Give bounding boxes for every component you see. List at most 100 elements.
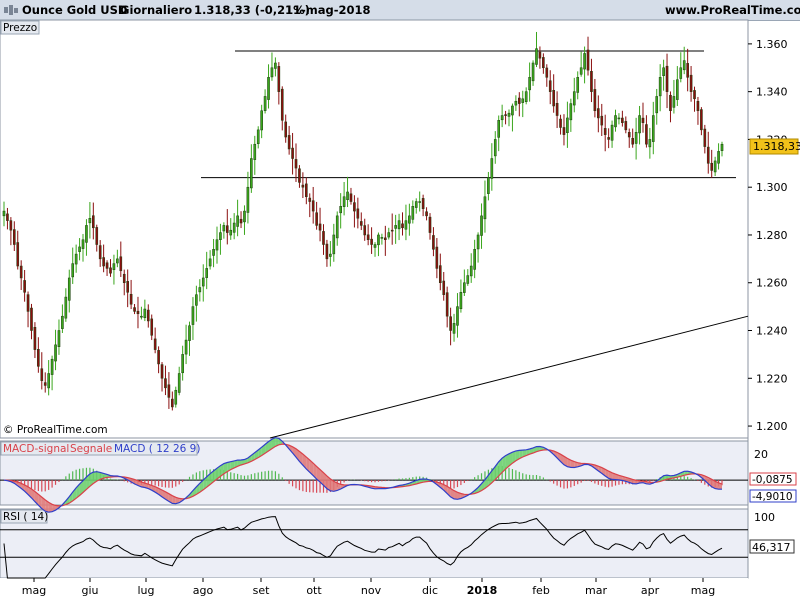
- candle-body: [483, 196, 487, 220]
- candle-body: [535, 48, 538, 65]
- candle-body: [720, 143, 724, 151]
- candle-body: [676, 79, 679, 100]
- candle-body: [267, 77, 270, 100]
- candle-body: [490, 158, 494, 179]
- candle-body: [425, 211, 428, 217]
- candle-body: [116, 258, 119, 264]
- x-tick-label: set: [253, 584, 270, 597]
- x-tick-label: nov: [361, 584, 382, 597]
- candle-body: [373, 244, 377, 248]
- candle-body: [432, 235, 435, 250]
- candle-body: [122, 273, 126, 283]
- candle-body: [353, 202, 356, 212]
- candle-body: [487, 177, 490, 194]
- candle-body: [706, 146, 710, 164]
- candle-body: [390, 229, 394, 232]
- candle-body: [88, 218, 92, 224]
- candle-body: [246, 186, 250, 213]
- candle-body: [150, 318, 154, 336]
- candle-body: [717, 151, 720, 164]
- candle-body: [284, 121, 288, 138]
- candle-body: [689, 74, 693, 92]
- candle-body: [112, 263, 116, 270]
- candle-body: [669, 94, 672, 112]
- candle-body: [102, 257, 105, 267]
- candle-body: [562, 127, 566, 135]
- candle-body: [191, 306, 195, 325]
- candle-body: [384, 237, 387, 240]
- candle-body: [171, 398, 174, 408]
- candle-body: [274, 62, 277, 69]
- candle-body: [225, 225, 229, 233]
- candle-body: [19, 265, 23, 279]
- candle-body: [9, 220, 13, 231]
- macd-value-1: -0,0875: [752, 474, 793, 486]
- candle-body: [610, 124, 614, 141]
- candle-body: [703, 128, 707, 147]
- candle-body: [311, 200, 315, 212]
- candle-body: [47, 373, 50, 389]
- candle-body: [140, 315, 143, 318]
- candle-body: [542, 57, 545, 69]
- candle-body: [693, 90, 696, 100]
- candle-body: [655, 96, 659, 114]
- candle-body: [359, 221, 363, 226]
- candle-body: [61, 315, 64, 329]
- candle-body: [329, 253, 332, 257]
- candle-body: [576, 77, 580, 93]
- candle-body: [418, 201, 421, 203]
- candle-body: [438, 265, 442, 283]
- candle-body: [497, 120, 501, 138]
- candle-body: [294, 159, 298, 169]
- candle-body: [305, 183, 308, 198]
- x-tick-label: dic: [422, 584, 438, 597]
- candle-body: [682, 60, 686, 71]
- candle-body: [648, 139, 652, 148]
- candle-body: [586, 49, 590, 71]
- candle-body: [332, 234, 336, 255]
- candle-body: [641, 117, 645, 123]
- price-tick-label: 1.300: [756, 181, 788, 194]
- candle-body: [645, 124, 648, 145]
- candle-body: [514, 100, 518, 106]
- candle-body: [74, 253, 78, 265]
- candle-body: [136, 310, 140, 315]
- candle-body: [222, 225, 226, 232]
- candle-body: [236, 215, 239, 227]
- candle-body: [250, 158, 253, 189]
- candle-body: [363, 225, 367, 236]
- candle-body: [12, 229, 16, 245]
- candle-body: [531, 62, 535, 82]
- candle-body: [511, 105, 514, 116]
- candle-body: [651, 115, 655, 142]
- candle-body: [545, 67, 549, 78]
- candle-body: [569, 103, 573, 121]
- candle-body: [408, 215, 411, 224]
- candle-body: [349, 193, 353, 202]
- candle-body: [507, 112, 511, 117]
- candle-body: [109, 267, 112, 274]
- chart-area: Prezzo © ProRealTime.com MACD-signal Seg…: [0, 19, 800, 600]
- candle-body: [184, 339, 188, 355]
- candle-body: [665, 65, 669, 92]
- candle-body: [315, 212, 318, 226]
- candle-body: [634, 132, 638, 144]
- candle-body: [335, 215, 339, 239]
- candle-body: [50, 358, 54, 375]
- candle-body: [54, 344, 57, 362]
- candle-body: [456, 306, 459, 326]
- candle-body: [600, 115, 604, 126]
- candle-body: [421, 198, 425, 209]
- candle-body: [469, 265, 473, 277]
- candle-body: [229, 229, 233, 236]
- macd-segnale-tag: Segnale: [70, 443, 112, 455]
- candle-body: [463, 282, 466, 293]
- x-tick-label: ott: [306, 584, 322, 597]
- candle-body: [404, 220, 408, 230]
- candle-body: [37, 349, 40, 367]
- candle-body: [64, 296, 68, 319]
- candle-body: [521, 98, 525, 103]
- macd-value-2: -4,9010: [752, 491, 793, 503]
- candle-body: [624, 121, 628, 131]
- price-tick-label: 1.200: [756, 420, 788, 433]
